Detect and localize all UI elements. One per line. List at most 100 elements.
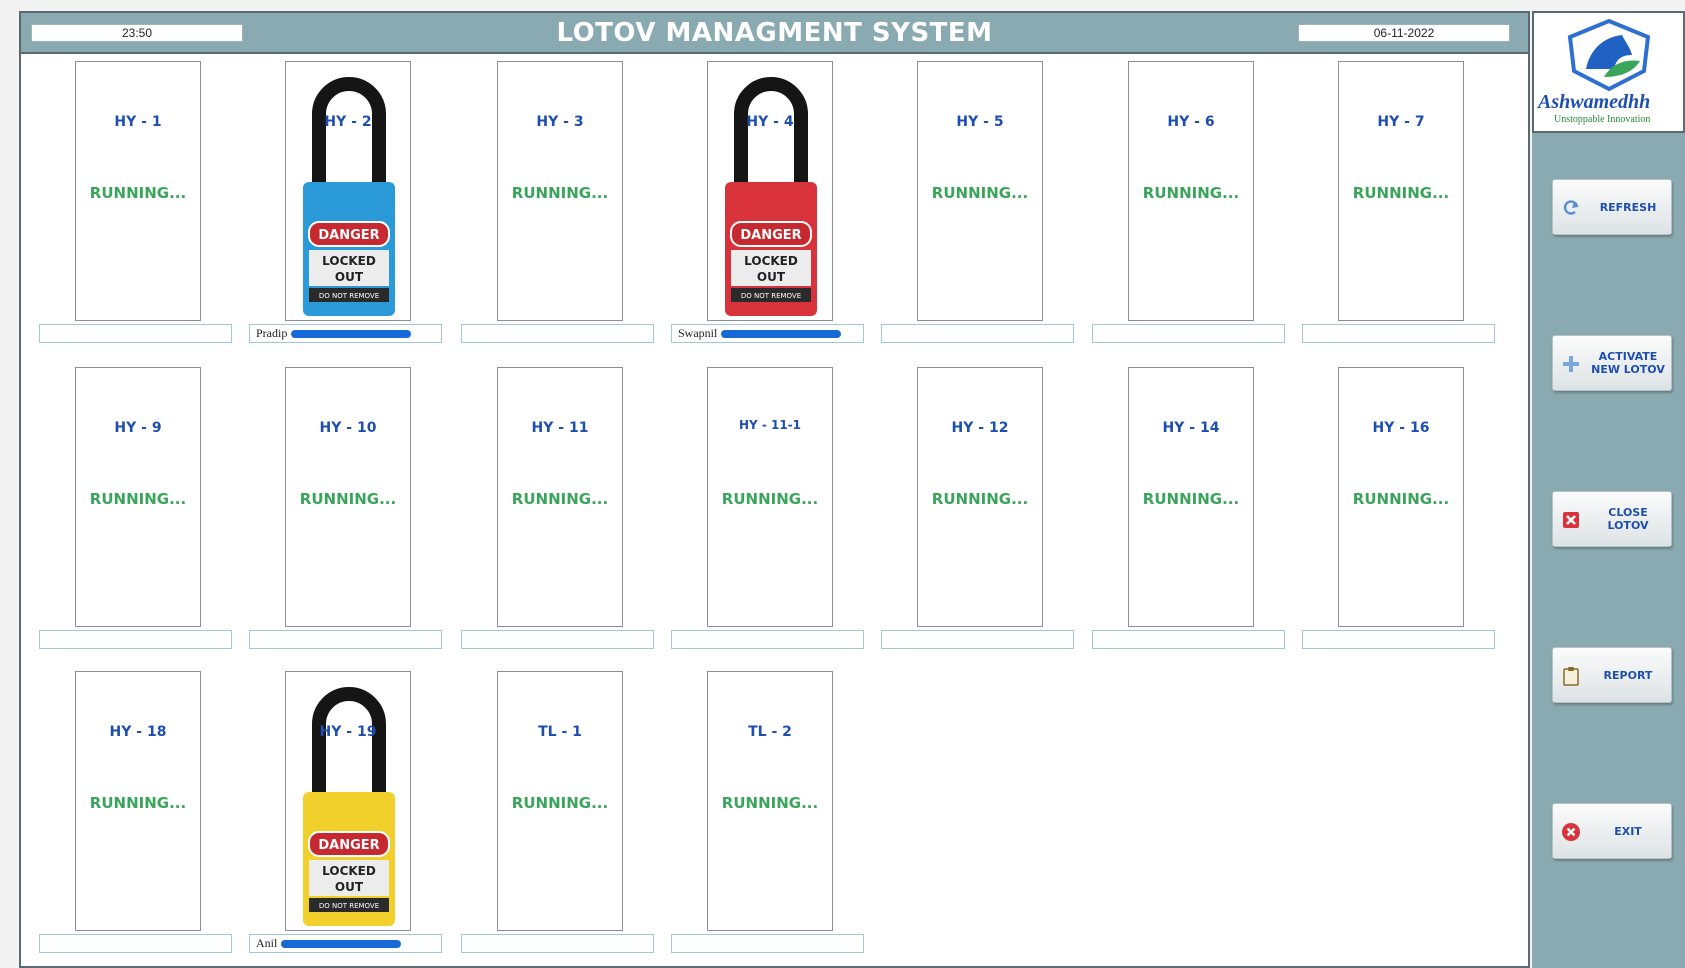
padlock-note-text: DO NOT REMOVE (319, 902, 379, 910)
lotov-card[interactable]: HY - 3 RUNNING... (497, 61, 623, 321)
card-caption: Anil (249, 934, 442, 953)
card-status: RUNNING... (1142, 184, 1240, 202)
refresh-button[interactable]: REFRESH (1552, 179, 1672, 235)
card-caption (249, 630, 442, 649)
activate-new-lotov-button[interactable]: ACTIVATE NEW LOTOV (1552, 335, 1672, 391)
lotov-card[interactable]: DANGER LOCKED OUT DO NOT REMOVE HY - 4 (707, 61, 833, 321)
card-caption (881, 324, 1074, 343)
card-caption (1092, 324, 1285, 343)
padlock-locked-text: LOCKED (322, 254, 376, 268)
sidebar: Ashwamedhh Unstoppable Innovation REFRES… (1532, 11, 1685, 968)
card-label: HY - 2 (324, 114, 372, 130)
company-logo: Ashwamedhh Unstoppable Innovation (1532, 11, 1685, 133)
header-bar: 23:50 LOTOV MANAGMENT SYSTEM 06-11-2022 (21, 13, 1528, 54)
card-label: TL - 2 (748, 724, 792, 740)
card-caption (461, 630, 654, 649)
card-caption (1092, 630, 1285, 649)
lotov-card[interactable]: HY - 9 RUNNING... (75, 367, 201, 627)
card-status: RUNNING... (89, 184, 187, 202)
card-status: RUNNING... (89, 794, 187, 812)
lotov-grid: HY - 1 RUNNING... DANGER LOCKED OUT DO NOT RE… (21, 54, 1528, 966)
card-status: RUNNING... (721, 490, 819, 508)
card-caption (461, 934, 654, 953)
lotov-card[interactable]: HY - 6 RUNNING... (1128, 61, 1254, 321)
card-status: RUNNING... (1352, 490, 1450, 508)
card-label: TL - 1 (538, 724, 582, 740)
redacted-contact (281, 940, 402, 949)
lotov-card[interactable]: HY - 12 RUNNING... (917, 367, 1043, 627)
padlock-icon: DANGER LOCKED OUT DO NOT REMOVE (303, 687, 395, 926)
report-label: REPORT (1603, 668, 1653, 682)
operator-name: Pradip (256, 326, 288, 340)
card-label: HY - 4 (746, 114, 794, 130)
clipboard-icon (1563, 667, 1579, 686)
lotov-card[interactable]: DANGER LOCKED OUT DO NOT REMOVE HY - 2 (285, 61, 411, 321)
lotov-card[interactable]: DANGER LOCKED OUT DO NOT REMOVE HY - 19 (285, 671, 411, 931)
card-label: HY - 16 (1372, 420, 1430, 436)
close-lotov-label: CLOSE LOTOV (1607, 506, 1649, 532)
lotov-card[interactable]: HY - 16 RUNNING... (1338, 367, 1464, 627)
card-label: HY - 11 (531, 420, 589, 436)
card-label: HY - 18 (109, 724, 167, 740)
report-button[interactable]: REPORT (1552, 647, 1672, 703)
card-status: RUNNING... (721, 794, 819, 812)
card-status: RUNNING... (1142, 490, 1240, 508)
exit-button[interactable]: EXIT (1552, 803, 1672, 859)
card-caption (39, 934, 232, 953)
main-panel: 23:50 LOTOV MANAGMENT SYSTEM 06-11-2022 … (19, 11, 1530, 968)
lotov-card[interactable]: HY - 11 RUNNING... (497, 367, 623, 627)
padlock-note-text: DO NOT REMOVE (319, 292, 379, 300)
card-status: RUNNING... (931, 184, 1029, 202)
lotov-card[interactable]: TL - 2 RUNNING... (707, 671, 833, 931)
lotov-card[interactable]: HY - 5 RUNNING... (917, 61, 1043, 321)
card-status: RUNNING... (511, 184, 609, 202)
activate-new-lotov-label: ACTIVATE NEW LOTOV (1591, 350, 1665, 376)
plus-icon (1563, 356, 1579, 372)
close-lotov-button[interactable]: CLOSE LOTOV (1552, 491, 1672, 547)
card-caption (671, 630, 864, 649)
padlock-out-text: OUT (757, 270, 786, 284)
card-label: HY - 14 (1162, 420, 1220, 436)
card-status: RUNNING... (299, 490, 397, 508)
redacted-contact (291, 330, 412, 339)
card-caption: Pradip (249, 324, 442, 343)
card-status: RUNNING... (89, 490, 187, 508)
padlock-danger-text: DANGER (318, 228, 379, 243)
padlock-icon: DANGER LOCKED OUT DO NOT REMOVE (725, 77, 817, 316)
card-caption: Swapnil (671, 324, 864, 343)
lotov-card[interactable]: HY - 10 RUNNING... (285, 367, 411, 627)
card-label: HY - 3 (536, 114, 584, 130)
card-caption (1302, 324, 1495, 343)
card-caption (671, 934, 864, 953)
padlock-out-text: OUT (335, 880, 364, 894)
lotov-card[interactable]: HY - 11-1 RUNNING... (707, 367, 833, 627)
lotov-card[interactable]: HY - 7 RUNNING... (1338, 61, 1464, 321)
lotov-card[interactable]: HY - 14 RUNNING... (1128, 367, 1254, 627)
card-caption (461, 324, 654, 343)
lotov-card[interactable]: TL - 1 RUNNING... (497, 671, 623, 931)
redacted-contact (721, 330, 842, 339)
card-caption (1302, 630, 1495, 649)
refresh-icon (1563, 200, 1579, 215)
operator-name: Anil (256, 936, 278, 950)
close-icon (1563, 512, 1579, 528)
padlock-out-text: OUT (335, 270, 364, 284)
exit-label: EXIT (1614, 824, 1642, 838)
card-caption (39, 630, 232, 649)
card-label: HY - 11-1 (738, 418, 802, 432)
refresh-label: REFRESH (1599, 200, 1657, 214)
card-label: HY - 19 (319, 724, 377, 740)
logo-tagline: Unstoppable Innovation (1554, 114, 1651, 125)
exit-icon (1562, 823, 1580, 841)
lotov-card[interactable]: HY - 1 RUNNING... (75, 61, 201, 321)
card-label: HY - 10 (319, 420, 377, 436)
padlock-danger-text: DANGER (318, 838, 379, 853)
lotov-card[interactable]: HY - 18 RUNNING... (75, 671, 201, 931)
card-label: HY - 1 (114, 114, 162, 130)
padlock-icon: DANGER LOCKED OUT DO NOT REMOVE (303, 77, 395, 316)
operator-name: Swapnil (678, 326, 718, 340)
padlock-locked-text: LOCKED (322, 864, 376, 878)
card-caption (881, 630, 1074, 649)
padlock-danger-text: DANGER (740, 228, 801, 243)
logo-name: Ashwamedhh (1538, 91, 1651, 113)
